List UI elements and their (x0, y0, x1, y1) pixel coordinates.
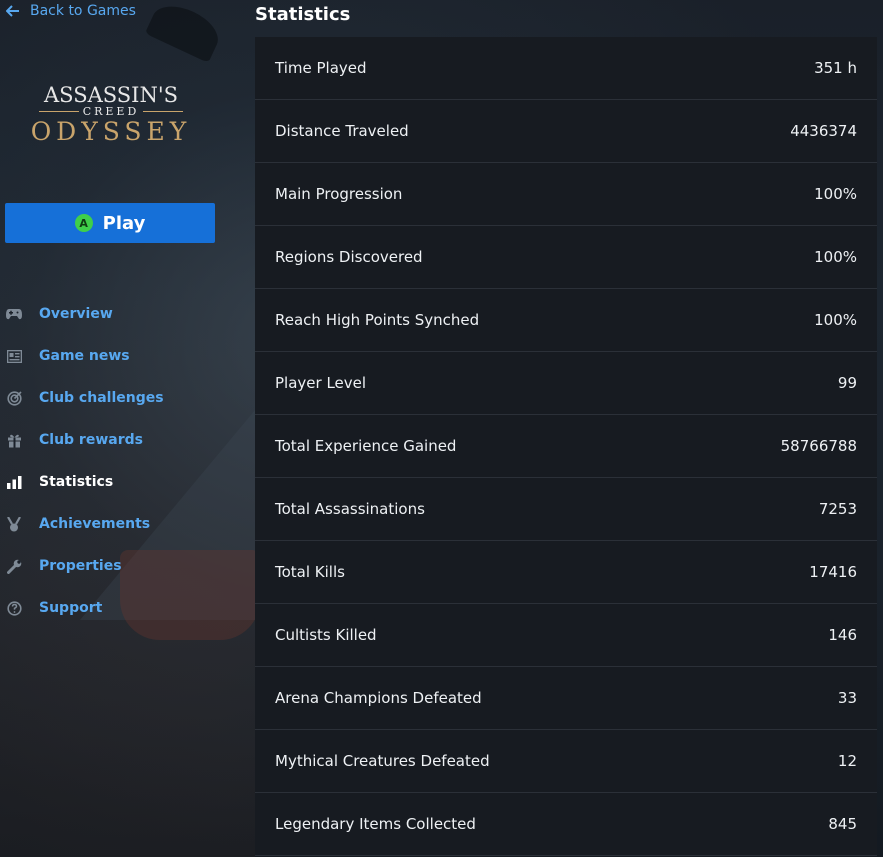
sidebar-item-game-news[interactable]: Game news (0, 335, 240, 377)
arrow-left-icon (6, 5, 20, 17)
gift-icon (6, 432, 22, 448)
stat-row: Reach High Points Synched 100% (255, 289, 877, 352)
app-window: Back to Games ASSASSIN'S CREED ODYSSEY A… (0, 0, 883, 857)
newspaper-icon (6, 348, 22, 364)
stat-value: 351 h (814, 59, 857, 77)
sidebar-item-label: Achievements (39, 516, 151, 532)
stat-row: Total Kills 17416 (255, 541, 877, 604)
stat-row: Regions Discovered 100% (255, 226, 877, 289)
stat-label: Time Played (275, 59, 367, 77)
sidebar: Back to Games ASSASSIN'S CREED ODYSSEY A… (0, 0, 240, 857)
stat-value: 12 (837, 752, 857, 770)
play-button-label: Play (102, 212, 146, 234)
sidebar-item-label: Statistics (39, 474, 114, 490)
stat-label: Regions Discovered (275, 248, 423, 266)
stat-row: Player Level 99 (255, 352, 877, 415)
sidebar-item-label: Overview (39, 306, 113, 322)
stat-value: 17416 (809, 563, 857, 581)
stat-row: Time Played 351 h (255, 37, 877, 100)
back-to-games-link[interactable]: Back to Games (6, 3, 136, 19)
stat-row: Cultists Killed 146 (255, 604, 877, 667)
stat-row: Legendary Items Collected 845 (255, 793, 877, 856)
sidebar-item-overview[interactable]: Overview (0, 293, 240, 335)
stat-value: 33 (837, 689, 857, 707)
medal-icon (6, 516, 22, 532)
sidebar-item-club-challenges[interactable]: Club challenges (0, 377, 240, 419)
sidebar-item-achievements[interactable]: Achievements (0, 503, 240, 545)
stat-value: 845 (828, 815, 857, 833)
play-button[interactable]: A Play (5, 203, 215, 243)
stat-label: Main Progression (275, 185, 403, 203)
controller-a-button-icon: A (74, 214, 93, 232)
logo-title-line2: CREED (26, 106, 196, 117)
wrench-icon (6, 558, 22, 574)
target-icon (6, 390, 22, 406)
stat-label: Total Experience Gained (275, 437, 457, 455)
sidebar-item-label: Support (39, 600, 103, 616)
logo-title-line1: ASSASSIN'S (44, 83, 178, 107)
sidebar-item-label: Properties (39, 558, 122, 574)
sidebar-item-label: Club rewards (39, 432, 143, 448)
stat-value: 58766788 (780, 437, 857, 455)
sidebar-item-label: Club challenges (39, 390, 164, 406)
back-link-label: Back to Games (30, 3, 136, 19)
stat-row: Total Experience Gained 58766788 (255, 415, 877, 478)
stat-value: 146 (828, 626, 857, 644)
stat-value: 100% (814, 185, 857, 203)
stat-value: 100% (814, 248, 857, 266)
page-title: Statistics (255, 4, 351, 25)
stat-label: Reach High Points Synched (275, 311, 480, 329)
sidebar-item-statistics[interactable]: Statistics (0, 461, 240, 503)
stat-label: Mythical Creatures Defeated (275, 752, 490, 770)
stat-label: Cultists Killed (275, 626, 377, 644)
sidebar-nav: Overview Game news Club challenges Club … (0, 293, 240, 629)
stat-value: 4436374 (790, 122, 857, 140)
stat-label: Distance Traveled (275, 122, 409, 140)
stat-row: Distance Traveled 4436374 (255, 100, 877, 163)
sidebar-item-properties[interactable]: Properties (0, 545, 240, 587)
stat-value: 99 (837, 374, 857, 392)
gamepad-icon (6, 306, 22, 322)
stat-label: Total Assassinations (275, 500, 425, 518)
stat-row: Arena Champions Defeated 33 (255, 667, 877, 730)
sidebar-item-club-rewards[interactable]: Club rewards (0, 419, 240, 461)
game-logo: ASSASSIN'S CREED ODYSSEY (26, 84, 196, 147)
stat-row: Total Assassinations 7253 (255, 478, 877, 541)
stat-row: Mythical Creatures Defeated 12 (255, 730, 877, 793)
stat-label: Legendary Items Collected (275, 815, 476, 833)
logo-title-line3: ODYSSEY (30, 117, 192, 146)
stat-label: Arena Champions Defeated (275, 689, 482, 707)
sidebar-item-support[interactable]: Support (0, 587, 240, 629)
stat-row: Main Progression 100% (255, 163, 877, 226)
stat-label: Player Level (275, 374, 367, 392)
bar-chart-icon (6, 474, 22, 490)
stat-value: 7253 (818, 500, 857, 518)
help-circle-icon (6, 600, 22, 616)
sidebar-item-label: Game news (39, 348, 130, 364)
statistics-list: Time Played 351 h Distance Traveled 4436… (255, 37, 877, 857)
stat-value: 100% (814, 311, 857, 329)
stat-label: Total Kills (275, 563, 345, 581)
